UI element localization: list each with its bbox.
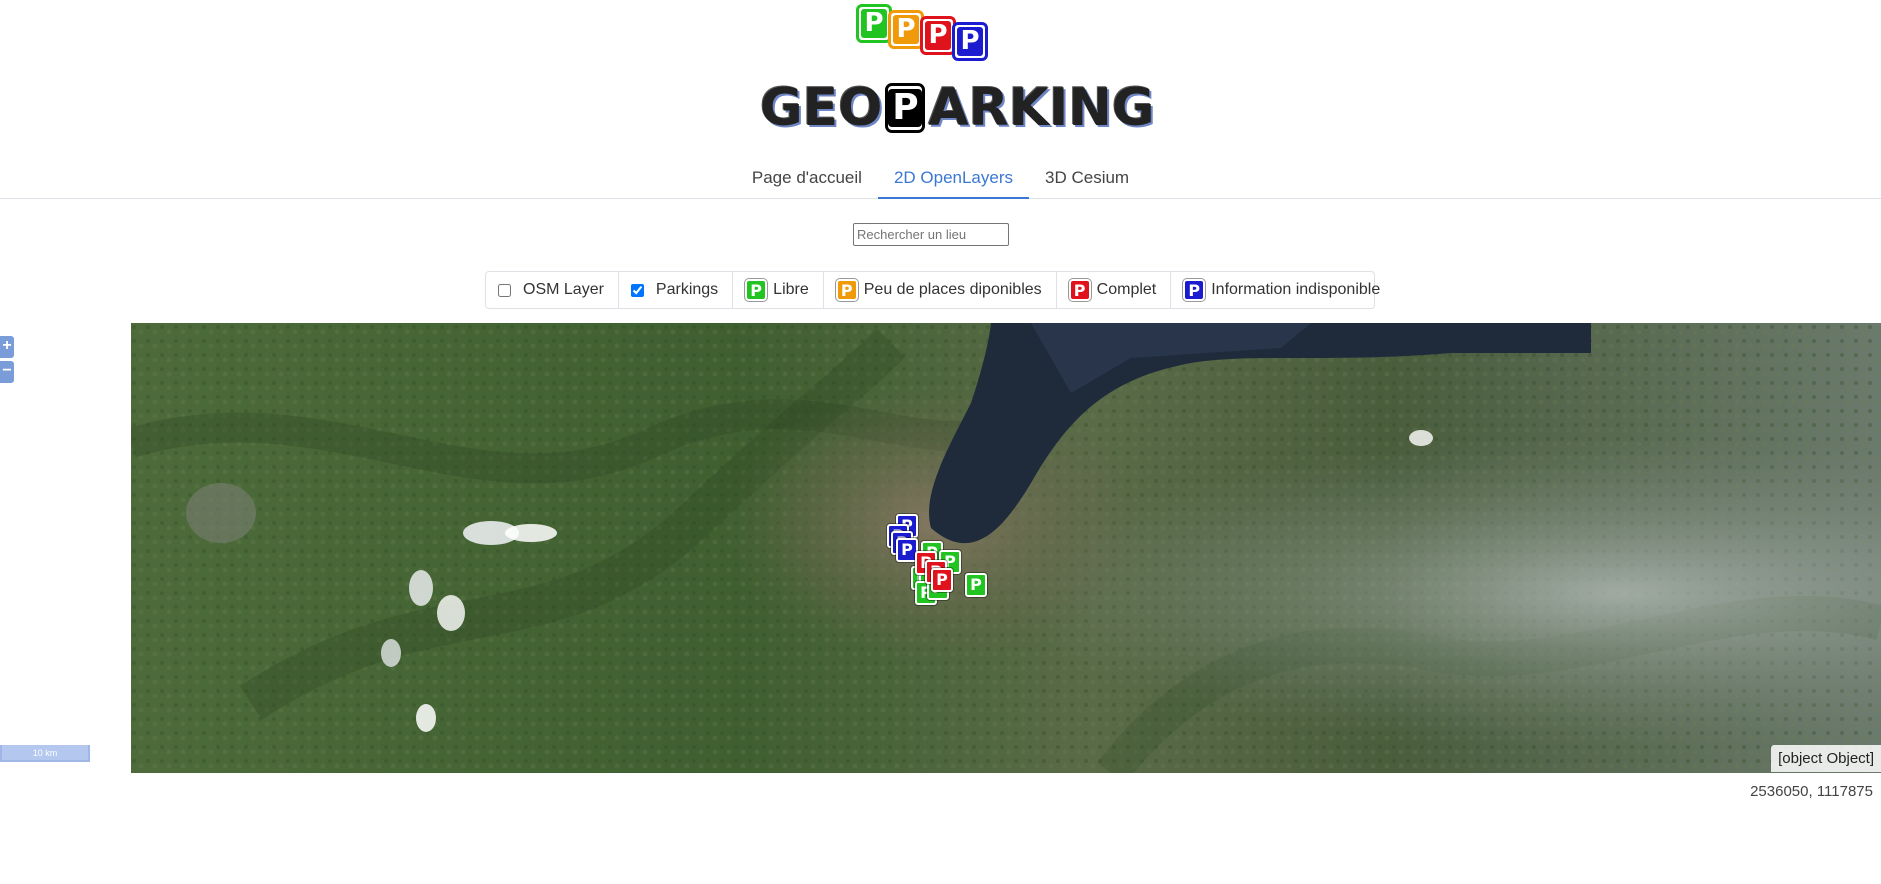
parkings-label: Parkings <box>655 281 719 298</box>
legend-indisponible-label: Information indisponible <box>1211 281 1381 298</box>
scale-line: 10 km <box>0 745 90 762</box>
parkings-toggle[interactable]: Parkings <box>619 272 734 308</box>
logo-word-right: ARKING <box>928 78 1155 138</box>
parking-icon-orange: P <box>888 10 924 49</box>
osm-layer-checkbox[interactable] <box>498 283 511 297</box>
legend-libre-label: Libre <box>773 281 809 298</box>
legend-libre: P Libre <box>733 272 824 308</box>
map-viewport[interactable]: P P P P P P P P P P P P P P <box>131 323 1881 773</box>
zoom-out-button[interactable]: − <box>0 361 14 383</box>
layer-legend: OSM Layer Parkings P Libre P Peu de plac… <box>485 271 1380 309</box>
legend-complet-label: Complet <box>1096 281 1157 298</box>
tab-3d-cesium[interactable]: 3D Cesium <box>1029 160 1145 197</box>
logo-word-left: GEO <box>760 78 883 138</box>
legend-peu-label: Peu de places diponibles <box>863 281 1042 298</box>
logo-wordmark: GEO P ARKING <box>760 78 1155 138</box>
tab-page-accueil[interactable]: Page d'accueil <box>736 160 878 197</box>
legend-indisponible: P Information indisponible <box>1171 272 1394 308</box>
parking-icon-peu: P <box>834 278 859 302</box>
satellite-imagery <box>131 323 1881 773</box>
tab-2d-openlayers[interactable]: 2D OpenLayers <box>877 160 1030 199</box>
parkings-checkbox[interactable] <box>630 283 644 297</box>
parking-marker-libre[interactable]: P <box>965 573 987 597</box>
nav-tabs: Page d'accueil 2D OpenLayers 3D Cesium <box>0 160 1881 199</box>
parking-icon-green: P <box>856 4 892 43</box>
legend-complet: P Complet <box>1057 272 1172 308</box>
parking-icon-black: P <box>885 83 926 133</box>
osm-layer-toggle[interactable]: OSM Layer <box>486 272 619 308</box>
parking-icon-indisponible: P <box>1182 278 1207 302</box>
legend-peu: P Peu de places diponibles <box>824 272 1057 308</box>
mouse-position: 2536050, 1117875 <box>1750 783 1873 800</box>
parking-icon-blue: P <box>952 22 988 61</box>
geoparking-logo: P P P P GEO P ARKING <box>760 4 1155 138</box>
osm-layer-label: OSM Layer <box>523 281 604 298</box>
zoom-in-button[interactable]: + <box>0 336 14 358</box>
parking-marker-complet[interactable]: P <box>931 568 953 592</box>
search-input[interactable] <box>853 223 1009 246</box>
parking-icon-complet: P <box>1067 278 1092 302</box>
parking-icon-libre: P <box>744 278 769 302</box>
parking-icon-red: P <box>920 16 956 55</box>
map-attribution: [object Object] <box>1771 745 1881 772</box>
